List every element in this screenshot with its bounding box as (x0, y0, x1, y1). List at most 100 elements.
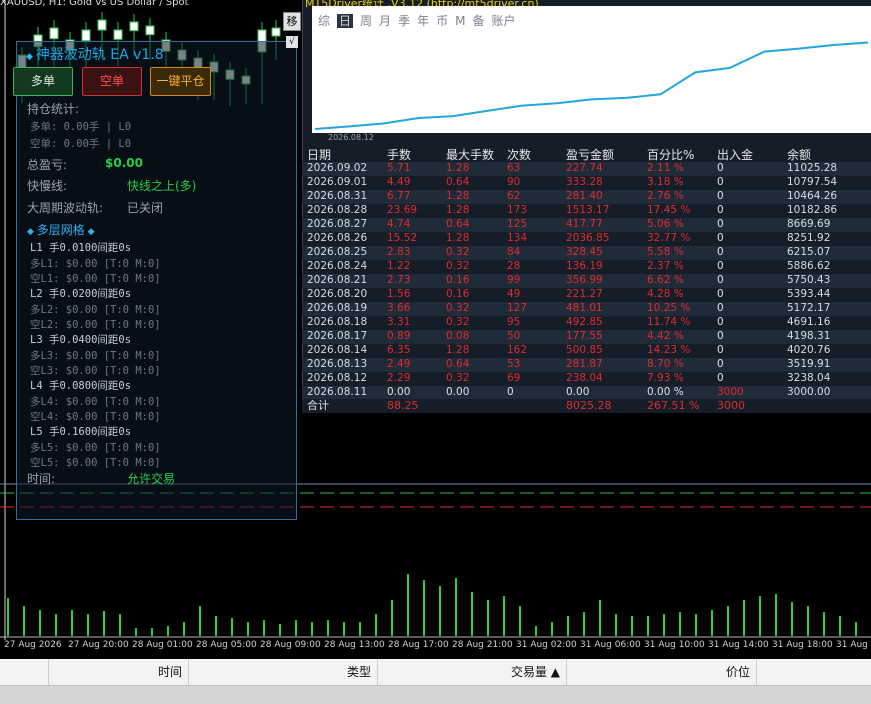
stats-header-cell[interactable]: 盈亏金额 (566, 146, 614, 163)
col-type[interactable]: 类型 (189, 659, 378, 685)
stats-header-cell[interactable]: 出入金 (717, 146, 753, 163)
table-row[interactable]: 2026.08.27 4.74 0.64 125 417.77 5.06 % 0 8669.6… (302, 218, 871, 232)
table-row[interactable]: 2026.08.19 3.66 0.32 127 481.01 10.25 % 0 5172.… (302, 302, 871, 316)
table-cell: 32.77 % (647, 232, 691, 244)
check-icon[interactable]: √ (286, 36, 298, 48)
stats-header-cell[interactable]: 百分比% (647, 146, 694, 163)
sell-button[interactable]: 空单 (82, 67, 142, 96)
table-cell: 0 (717, 218, 724, 230)
table-cell: 11025.28 (787, 162, 838, 174)
table-cell: 1.28 (446, 204, 470, 216)
candle-body (145, 25, 155, 36)
table-cell: 4.42 % (647, 330, 684, 342)
table-cell: 4020.76 (787, 344, 831, 356)
table-cell: 238.04 (566, 372, 603, 384)
level-short: 空L3: $0.00 [T:0 M:0] (30, 365, 161, 377)
table-cell: 0 (717, 358, 724, 370)
table-cell: 1513.17 (566, 204, 610, 216)
table-cell: 162 (507, 344, 528, 356)
stats-tab[interactable]: 币 (436, 14, 448, 28)
table-cell: 8669.69 (787, 218, 831, 230)
table-row[interactable]: 2026.09.02 5.71 1.28 63 227.74 2.11 % 0 11025.2… (302, 162, 871, 176)
candle-body (113, 29, 123, 40)
stats-tab[interactable]: M (455, 14, 465, 28)
stats-tab[interactable]: 账户 (491, 14, 515, 28)
diamond-icon: ◆ (27, 227, 37, 237)
table-cell: 0.32 (446, 372, 470, 384)
table-cell: 2036.85 (566, 232, 610, 244)
table-row[interactable]: 2026.08.21 2.73 0.16 99 356.99 6.62 % 0 5750.43 (302, 274, 871, 288)
table-cell: 4.74 (387, 218, 411, 230)
table-cell: 0 (717, 316, 724, 328)
table-row[interactable]: 2026.08.20 1.56 0.16 49 221.27 4.28 % 0 5393.44 (302, 288, 871, 302)
stats-header: 日期 手数 最大手数 次数 盈亏金额 百分比% 出入金 余额 (302, 146, 871, 163)
table-row[interactable]: 2026.08.24 1.22 0.32 28 136.19 2.37 % 0 5886.62 (302, 260, 871, 274)
table-row[interactable]: 2026.08.26 15.52 1.28 134 2036.85 32.77 % 0 825… (302, 232, 871, 246)
table-row[interactable]: 2026.08.18 3.31 0.32 95 492.85 11.74 % 0 4691.1… (302, 316, 871, 330)
stats-tab[interactable]: 日 (337, 14, 354, 28)
table-cell: 2026.08.18 (307, 316, 368, 328)
table-cell: 23.69 (387, 204, 418, 216)
totals-flow: 3000 (717, 399, 745, 412)
table-cell: 0.89 (387, 330, 411, 342)
time-value: 允许交易 (127, 472, 176, 486)
equity-start-date: 2026.08.12 (328, 133, 374, 142)
table-cell: 4.49 (387, 176, 411, 188)
stats-header-cell[interactable]: 手数 (387, 146, 411, 163)
table-row[interactable]: 2026.08.12 2.29 0.32 69 238.04 7.93 % 0 3238.04 (302, 372, 871, 386)
table-row[interactable]: 2026.08.31 6.77 1.28 62 281.40 2.76 % 0 10464.2… (302, 190, 871, 204)
level-long: 多L2: $0.00 [T:0 M:0] (30, 304, 161, 316)
stats-tab[interactable]: 月 (379, 14, 391, 28)
table-cell: 2.37 % (647, 260, 684, 272)
table-cell: 3.66 (387, 302, 411, 314)
table-cell: 0.16 (446, 288, 470, 300)
stats-header-cell[interactable]: 日期 (307, 146, 331, 163)
table-row[interactable]: 2026.08.11 0.00 0.00 0 0.00 0.00 % 3000 3000.00 (302, 386, 871, 400)
table-cell: 7.93 % (647, 372, 684, 384)
table-cell: 0 (717, 162, 724, 174)
table-cell: 6.35 (387, 344, 411, 356)
col-price[interactable]: 价位 (567, 659, 757, 685)
stats-header-cell[interactable]: 余额 (787, 146, 811, 163)
stats-tab[interactable]: 年 (417, 14, 429, 28)
table-cell: 2.49 (387, 358, 411, 370)
buy-button[interactable]: 多单 (13, 67, 73, 96)
stats-header-cell[interactable]: 次数 (507, 146, 531, 163)
table-cell: 69 (507, 372, 521, 384)
stats-tab[interactable]: 周 (360, 14, 372, 28)
table-cell: 2026.08.11 (307, 386, 368, 398)
band-value: 已关闭 (127, 201, 164, 215)
col-time[interactable]: 时间 (49, 659, 189, 685)
table-cell: 0 (717, 176, 724, 188)
table-row[interactable]: 2026.08.14 6.35 1.28 162 500.85 14.23 % 0 4020.… (302, 344, 871, 358)
table-cell: 0.00 (446, 386, 470, 398)
grid-title-text: 多层网格 (36, 223, 85, 237)
table-cell: 6215.07 (787, 246, 831, 258)
table-cell: 0.32 (446, 246, 470, 258)
move-icon[interactable]: 移 (283, 12, 301, 31)
time-tick-label: 28 Aug 17:00 (388, 640, 449, 650)
table-row[interactable]: 2026.09.01 4.49 0.64 90 333.28 3.18 % 0 10797.5… (302, 176, 871, 190)
table-cell: 6.62 % (647, 274, 684, 286)
table-row[interactable]: 2026.08.25 2.83 0.32 84 328.45 5.58 % 0 6215.07 (302, 246, 871, 260)
table-row[interactable]: 2026.08.17 0.89 0.08 50 177.55 4.42 % 0 4198.31 (302, 330, 871, 344)
ea-title: ◆ 神器波动轨 EA v1.8 (26, 44, 164, 64)
table-cell: 2026.09.01 (307, 176, 368, 188)
stats-tab[interactable]: 备 (472, 14, 484, 28)
stats-tab[interactable]: 综 (318, 14, 330, 28)
time-tick-label: 31 Aug 14:00 (708, 640, 769, 650)
col-volume[interactable]: 交易量 ▲ (378, 659, 567, 685)
table-row[interactable]: 2026.08.28 23.69 1.28 173 1513.17 17.45 % 0 101… (302, 204, 871, 218)
table-cell: 2026.08.12 (307, 372, 368, 384)
stats-header-cell[interactable]: 最大手数 (446, 146, 494, 163)
stats-tab[interactable]: 季 (398, 14, 410, 28)
table-cell: 2026.08.21 (307, 274, 368, 286)
window-title: XAUUSD, H1: Gold vs US Dollar / Spot (0, 0, 189, 8)
table-row[interactable]: 2026.08.13 2.49 0.64 53 281.87 8.70 % 0 3519.91 (302, 358, 871, 372)
level-head: L3 手0.0400间距0s (30, 334, 132, 346)
table-cell: 2026.08.17 (307, 330, 368, 342)
totals-pct: 267.51 % (647, 399, 700, 412)
level-long: 多L5: $0.00 [T:0 M:0] (30, 442, 161, 454)
close-all-button[interactable]: 一键平仓 (150, 67, 211, 96)
table-cell: 0.08 (446, 330, 470, 342)
